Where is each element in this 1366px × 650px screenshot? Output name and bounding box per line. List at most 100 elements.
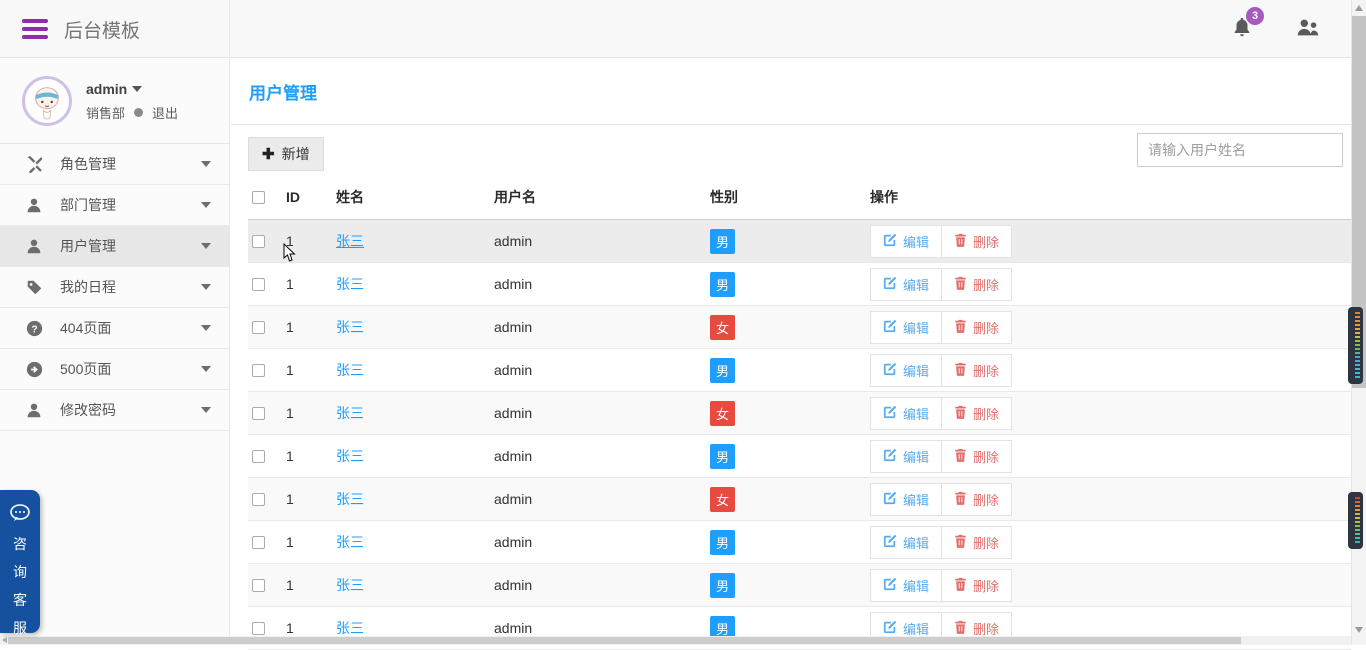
bell-icon xyxy=(1231,25,1253,42)
sidebar-item-user-management[interactable]: 用户管理 xyxy=(0,226,229,267)
chevron-down-icon xyxy=(201,325,211,331)
delete-button[interactable]: 删除 xyxy=(941,268,1012,301)
cell-username: admin xyxy=(490,564,706,607)
gender-badge: 女 xyxy=(710,401,735,426)
name-link[interactable]: 张三 xyxy=(336,405,364,421)
name-link[interactable]: 张三 xyxy=(336,491,364,507)
cell-username: admin xyxy=(490,306,706,349)
name-link[interactable]: 张三 xyxy=(336,620,364,636)
edit-button[interactable]: 编辑 xyxy=(870,569,941,602)
horizontal-scrollbar[interactable] xyxy=(0,636,1351,645)
delete-button[interactable]: 删除 xyxy=(941,311,1012,344)
edit-pencil-icon xyxy=(883,405,897,422)
delete-button[interactable]: 删除 xyxy=(941,440,1012,473)
delete-button[interactable]: 删除 xyxy=(941,483,1012,516)
edit-button[interactable]: 编辑 xyxy=(870,268,941,301)
row-checkbox[interactable] xyxy=(252,321,265,334)
chevron-down-icon xyxy=(201,243,211,249)
profile-name-dropdown[interactable]: admin xyxy=(86,81,178,97)
edit-button[interactable]: 编辑 xyxy=(870,225,941,258)
row-checkbox[interactable] xyxy=(252,493,265,506)
name-link[interactable]: 张三 xyxy=(336,319,364,335)
row-checkbox[interactable] xyxy=(252,235,265,248)
scroll-up-arrow-icon[interactable] xyxy=(1355,5,1363,11)
edit-button[interactable]: 编辑 xyxy=(870,483,941,516)
column-header-name: 姓名 xyxy=(332,179,490,220)
edit-button[interactable]: 编辑 xyxy=(870,440,941,473)
select-all-checkbox[interactable] xyxy=(252,191,265,204)
profile-card: admin 销售部 退出 xyxy=(0,59,229,144)
name-link[interactable]: 张三 xyxy=(336,577,364,593)
gender-badge: 女 xyxy=(710,315,735,340)
delete-button[interactable]: 删除 xyxy=(941,397,1012,430)
add-button[interactable]: ✚ 新增 xyxy=(248,137,324,171)
profile-department: 销售部 xyxy=(86,103,125,122)
arrow-circle-icon xyxy=(26,361,43,378)
table-row: 1 张三 admin 男 编辑 删除 xyxy=(248,220,1351,263)
cell-username: admin xyxy=(490,478,706,521)
scroll-down-arrow-icon[interactable] xyxy=(1355,627,1363,633)
main-content: 用户管理 ✚ 新增 ID 姓名 用户名 性别 操作 1 张三 admin 男 xyxy=(231,59,1351,645)
delete-button[interactable]: 删除 xyxy=(941,526,1012,559)
user-icon xyxy=(26,402,43,418)
notification-count-badge: 3 xyxy=(1246,7,1264,25)
row-checkbox[interactable] xyxy=(252,278,265,291)
status-dot xyxy=(134,108,143,117)
sidebar-item-label: 部门管理 xyxy=(60,195,201,215)
row-checkbox[interactable] xyxy=(252,450,265,463)
delete-button[interactable]: 删除 xyxy=(941,354,1012,387)
delete-button[interactable]: 删除 xyxy=(941,569,1012,602)
scroll-minimap-widget xyxy=(1348,492,1363,549)
sidebar-item-department-management[interactable]: 部门管理 xyxy=(0,185,229,226)
name-link[interactable]: 张三 xyxy=(336,448,364,464)
row-checkbox[interactable] xyxy=(252,407,265,420)
row-checkbox[interactable] xyxy=(252,364,265,377)
edit-pencil-icon xyxy=(883,577,897,594)
edit-button[interactable]: 编辑 xyxy=(870,311,941,344)
notifications-button[interactable]: 3 xyxy=(1231,16,1253,43)
logout-link[interactable]: 退出 xyxy=(152,103,178,122)
edit-button[interactable]: 编辑 xyxy=(870,526,941,559)
edit-button[interactable]: 编辑 xyxy=(870,354,941,387)
svg-text:?: ? xyxy=(31,324,37,335)
edit-pencil-icon xyxy=(883,534,897,551)
edit-pencil-icon xyxy=(883,620,897,637)
horizontal-scrollbar-thumb[interactable] xyxy=(8,637,1241,644)
cell-username: admin xyxy=(490,220,706,263)
name-link[interactable]: 张三 xyxy=(336,233,364,249)
row-checkbox[interactable] xyxy=(252,579,265,592)
sidebar-item-role-management[interactable]: 角色管理 xyxy=(0,144,229,185)
avatar[interactable] xyxy=(22,76,72,126)
trash-icon xyxy=(954,362,967,379)
chevron-down-icon xyxy=(201,161,211,167)
tools-icon xyxy=(26,156,43,173)
delete-button[interactable]: 删除 xyxy=(941,225,1012,258)
edit-pencil-icon xyxy=(883,448,897,465)
search-input[interactable] xyxy=(1137,133,1343,167)
edit-button[interactable]: 编辑 xyxy=(870,397,941,430)
edit-pencil-icon xyxy=(883,276,897,293)
customer-service-widget[interactable]: 咨询客服 xyxy=(0,490,40,633)
sidebar-item-404-page[interactable]: ? 404页面 xyxy=(0,308,229,349)
sidebar-item-label: 我的日程 xyxy=(60,277,201,297)
sidebar-item-my-schedule[interactable]: 我的日程 xyxy=(0,267,229,308)
customer-service-label: 咨询客服 xyxy=(13,530,27,642)
cell-username: admin xyxy=(490,435,706,478)
chevron-down-icon xyxy=(201,366,211,372)
scroll-left-arrow-icon[interactable] xyxy=(2,637,7,643)
name-link[interactable]: 张三 xyxy=(336,276,364,292)
sidebar-item-change-password[interactable]: 修改密码 xyxy=(0,390,229,431)
chevron-down-icon xyxy=(132,86,142,92)
column-header-id: ID xyxy=(282,179,332,220)
sidebar-item-500-page[interactable]: 500页面 xyxy=(0,349,229,390)
users-button[interactable] xyxy=(1295,16,1321,43)
row-checkbox[interactable] xyxy=(252,622,265,635)
hamburger-menu-icon[interactable] xyxy=(22,19,48,39)
row-checkbox[interactable] xyxy=(252,536,265,549)
tag-icon xyxy=(26,279,43,296)
trash-icon xyxy=(954,319,967,336)
name-link[interactable]: 张三 xyxy=(336,534,364,550)
users-icon xyxy=(1295,25,1321,42)
app-title: 后台模板 xyxy=(64,16,140,43)
name-link[interactable]: 张三 xyxy=(336,362,364,378)
